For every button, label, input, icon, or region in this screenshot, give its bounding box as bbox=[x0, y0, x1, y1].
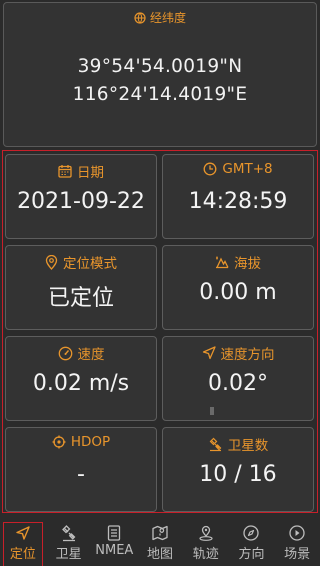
globe-icon bbox=[134, 11, 146, 24]
calendar-icon bbox=[58, 164, 72, 178]
latitude-value: 39°54'54.0019"N bbox=[77, 56, 243, 77]
location-pin-icon bbox=[45, 254, 58, 270]
nav-item-compass[interactable]: 方向 bbox=[229, 521, 275, 566]
satellites-label: 卫星数 bbox=[227, 438, 269, 454]
coordinates-title: 经纬度 bbox=[149, 11, 186, 25]
fix-mode-card: 定位模式 已定位 bbox=[5, 245, 157, 330]
time-card: GMT+8 14:28:59 bbox=[162, 154, 314, 239]
nav-label-scene: 场景 bbox=[284, 547, 311, 562]
date-label: 日期 bbox=[77, 165, 104, 181]
hdop-card: HDOP - bbox=[5, 427, 157, 512]
nav-label-satellites: 卫星 bbox=[55, 547, 82, 562]
nav-label-track: 轨迹 bbox=[192, 547, 219, 562]
heading-value: 0.02° bbox=[208, 371, 268, 396]
time-value: 14:28:59 bbox=[188, 189, 288, 214]
map-icon bbox=[151, 524, 169, 542]
coordinates-header: 经纬度 bbox=[4, 9, 316, 26]
date-card: 日期 2021-09-22 bbox=[5, 154, 157, 239]
app-screen: 经纬度 39°54'54.0019"N 116°24'14.4019"E 日期 … bbox=[0, 0, 320, 566]
heading-card: 速度方向 0.02° bbox=[162, 336, 314, 421]
navigation-arrow-icon bbox=[202, 346, 216, 360]
fix-mode-value: 已定位 bbox=[47, 286, 114, 311]
satellites-card: 卫星数 10 / 16 bbox=[162, 427, 314, 512]
coordinates-panel: 经纬度 39°54'54.0019"N 116°24'14.4019"E bbox=[3, 2, 317, 147]
nav-item-scene[interactable]: 场景 bbox=[274, 521, 320, 566]
altitude-value: 0.00 m bbox=[199, 280, 277, 305]
bottom-navigation: 定位 卫星 NMEA 地图 轨迹 方向 场景 bbox=[0, 521, 320, 566]
nav-item-location[interactable]: 定位 bbox=[0, 521, 46, 566]
nav-label-nmea: NMEA bbox=[95, 543, 134, 558]
fix-mode-label: 定位模式 bbox=[63, 256, 117, 272]
document-icon bbox=[105, 524, 123, 542]
nav-label-map: 地图 bbox=[147, 547, 174, 562]
mountain-icon bbox=[215, 255, 229, 269]
hdop-value: - bbox=[77, 462, 85, 487]
divider-mark bbox=[210, 407, 214, 415]
longitude-value: 116°24'14.4019"E bbox=[72, 84, 248, 105]
nav-item-nmea[interactable]: NMEA bbox=[91, 521, 137, 566]
speedometer-icon bbox=[58, 346, 73, 361]
altitude-card: 海拔 0.00 m bbox=[162, 245, 314, 330]
nav-item-map[interactable]: 地图 bbox=[137, 521, 183, 566]
nav-item-satellites[interactable]: 卫星 bbox=[46, 521, 92, 566]
speed-value: 0.02 m/s bbox=[32, 371, 130, 396]
play-circle-icon bbox=[288, 524, 306, 542]
nav-item-track[interactable]: 轨迹 bbox=[183, 521, 229, 566]
speed-card: 速度 0.02 m/s bbox=[5, 336, 157, 421]
timezone-label: GMT+8 bbox=[222, 161, 273, 177]
nav-label-compass: 方向 bbox=[238, 547, 265, 562]
navigation-icon bbox=[14, 524, 32, 542]
track-pin-icon bbox=[197, 524, 215, 542]
date-value: 2021-09-22 bbox=[17, 189, 145, 214]
clock-icon bbox=[203, 162, 217, 176]
satellite-icon bbox=[60, 524, 78, 542]
satellites-value: 10 / 16 bbox=[199, 462, 277, 487]
speed-label: 速度 bbox=[77, 347, 105, 363]
compass-icon bbox=[242, 524, 260, 542]
altitude-label: 海拔 bbox=[234, 256, 261, 272]
nav-label-location: 定位 bbox=[9, 547, 36, 562]
crosshair-icon bbox=[52, 435, 66, 449]
satellite-icon bbox=[208, 437, 223, 452]
heading-label: 速度方向 bbox=[220, 347, 275, 363]
hdop-label: HDOP bbox=[70, 434, 111, 450]
